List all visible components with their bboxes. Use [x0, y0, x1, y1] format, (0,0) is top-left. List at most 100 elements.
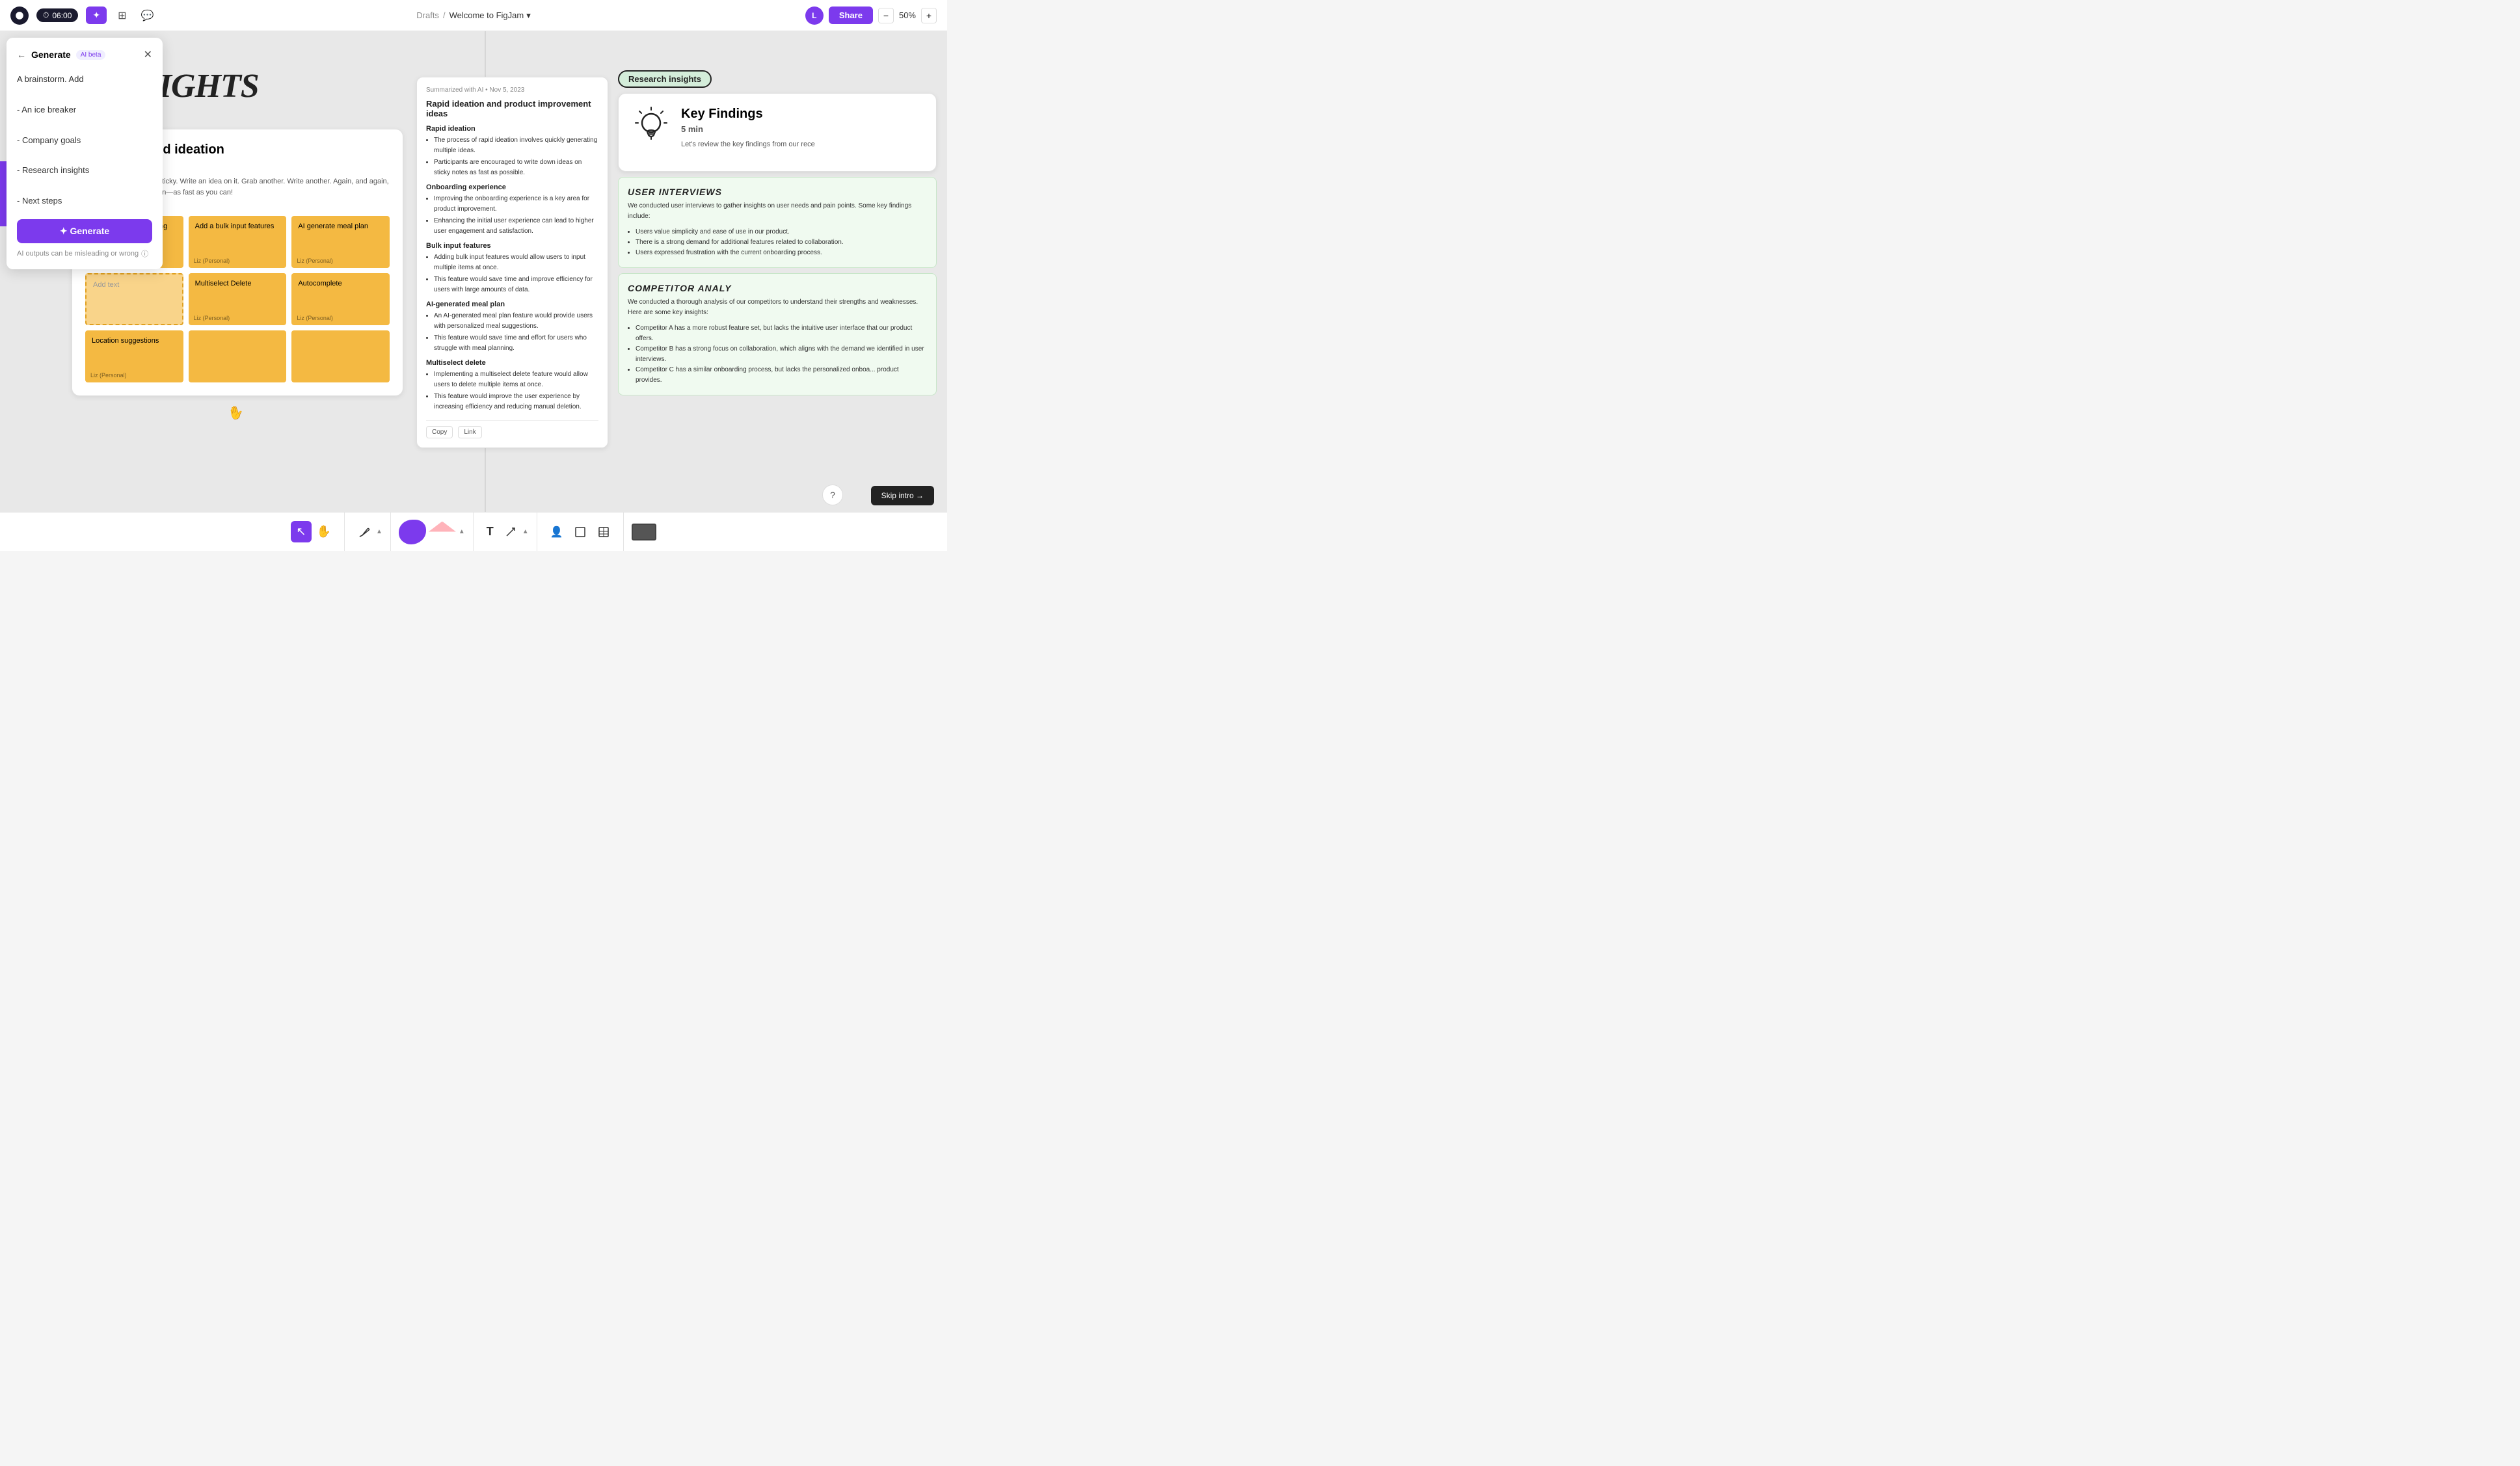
user-interviews-title: USER INTERVIEWS [628, 187, 927, 197]
summary-section-onboarding: Onboarding experience Improving the onbo… [426, 183, 598, 237]
panel-back-button[interactable]: ← [17, 49, 26, 60]
device-preview-tools [624, 513, 664, 551]
competitor-title: COMPETITOR ANALY [628, 283, 927, 293]
timer-badge: ⏱ 06:00 [36, 8, 78, 22]
summary-copy-button[interactable]: Copy [426, 426, 453, 438]
brainstorm-card-title: Rapid ideation [135, 142, 390, 157]
sticky-note[interactable]: AI generate meal plan Liz (Personal) [291, 216, 390, 268]
generate-panel: ← Generate AI beta ✕ A brainstorm. Add -… [7, 38, 163, 269]
summary-list: An AI-generated meal plan feature would … [426, 311, 598, 354]
key-findings-desc: Let's review the key findings from our r… [681, 139, 815, 150]
zoom-in-button[interactable]: + [921, 8, 937, 23]
research-card-header: Key Findings 5 min Let's review the key … [632, 107, 923, 150]
help-button[interactable]: ? [822, 485, 843, 505]
summary-section-ai-meal: AI-generated meal plan An AI-generated m… [426, 300, 598, 354]
sticky-note-empty[interactable]: Add text [85, 273, 183, 325]
prompt-line-icebreaker[interactable]: - An ice breaker [17, 102, 152, 117]
pen-button[interactable] [353, 522, 376, 542]
prompt-text: A brainstorm. Add - An ice breaker - Com… [17, 72, 152, 209]
research-card: Key Findings 5 min Let's review the key … [618, 93, 937, 172]
skip-intro-button[interactable]: Skip intro → [871, 486, 934, 505]
person-tool-button[interactable]: 👤 [545, 522, 569, 542]
key-findings-duration: 5 min [681, 124, 815, 134]
user-interviews-text: We conducted user interviews to gather i… [628, 201, 927, 222]
text-tool-button[interactable]: T [481, 521, 499, 542]
prompt-line-nextsteps[interactable]: - Next steps [17, 193, 152, 208]
topbar: ⏱ 06:00 ✦ ⊞ 💬 Drafts / Welcome to FigJam… [0, 0, 947, 31]
brainstorm-card-desc: Grab a sticky. Write an idea on it. Grab… [135, 176, 390, 198]
summary-section-rapid: Rapid ideation The process of rapid idea… [426, 125, 598, 178]
topbar-left: ⏱ 06:00 ✦ ⊞ 💬 [10, 6, 157, 25]
summary-section-title: Multiselect delete [426, 359, 598, 367]
purple-shape-preview[interactable] [399, 520, 426, 544]
info-icon[interactable]: ⓘ [141, 248, 148, 259]
text-connector-tools: T ▲ [474, 513, 537, 551]
research-bulb-icon [632, 107, 671, 149]
pink-shape-preview[interactable] [429, 522, 456, 542]
user-interviews-card: USER INTERVIEWS We conducted user interv… [618, 177, 937, 268]
shape-tools: ▲ [391, 513, 474, 551]
research-tag: Research insights [618, 70, 712, 88]
prompt-line-research[interactable]: - Research insights [17, 163, 152, 178]
layout-button[interactable]: ⊞ [114, 6, 129, 25]
panel-header: ← Generate AI beta ✕ [17, 48, 152, 61]
sticky-note[interactable]: Multiselect Delete Liz (Personal) [189, 273, 287, 325]
summary-meta: Summarized with AI • Nov 5, 2023 [426, 87, 598, 94]
panel-close-button[interactable]: ✕ [144, 48, 152, 61]
brainstorm-card-duration: 6 min [135, 160, 390, 170]
sticky-note[interactable]: Autocomplete Liz (Personal) [291, 273, 390, 325]
breadcrumb-drafts[interactable]: Drafts [416, 10, 439, 20]
frame-tool-button[interactable] [569, 522, 592, 542]
figma-logo[interactable] [10, 7, 29, 25]
timer-icon: ⏱ [43, 10, 49, 20]
sticky-note[interactable] [291, 330, 390, 382]
avatar[interactable]: L [805, 7, 824, 25]
prompt-line-company[interactable]: - Company goals [17, 133, 152, 148]
breadcrumb: Drafts / Welcome to FigJam ▾ [416, 10, 530, 21]
brainstorm-card-text: Rapid ideation 6 min Grab a sticky. Writ… [135, 142, 390, 208]
connector-button[interactable] [499, 522, 522, 542]
generate-button[interactable]: ✦ Generate [17, 219, 152, 243]
competitor-list: Competitor A has a more robust feature s… [628, 323, 927, 386]
canvas: ← Generate AI beta ✕ A brainstorm. Add -… [0, 31, 947, 551]
breadcrumb-file[interactable]: Welcome to FigJam ▾ [449, 10, 531, 21]
prompt-line-main: A brainstorm. Add [17, 72, 152, 87]
shape-chevron[interactable]: ▲ [459, 528, 465, 535]
summary-title: Rapid ideation and product improvement i… [426, 99, 598, 118]
research-card-text: Key Findings 5 min Let's review the key … [681, 107, 815, 150]
pen-tools: ▲ [345, 513, 391, 551]
zoom-level[interactable]: 50% [896, 10, 918, 20]
cursor-tools: ↖ ✋ [283, 513, 345, 551]
summary-footer: Copy Link [426, 420, 598, 438]
zoom-control: − 50% + [878, 8, 937, 23]
device-preview-screen [632, 524, 656, 540]
ai-spark-button[interactable]: ✦ [86, 7, 107, 24]
zoom-out-button[interactable]: − [878, 8, 894, 23]
share-button[interactable]: Share [829, 7, 873, 24]
panel-title-group: ← Generate AI beta [17, 49, 105, 60]
timer-value: 06:00 [52, 11, 72, 20]
summary-list: Implementing a multiselect delete featur… [426, 369, 598, 412]
connector-chevron[interactable]: ▲ [522, 528, 529, 535]
pen-chevron[interactable]: ▲ [376, 528, 382, 535]
chat-button[interactable]: 💬 [138, 6, 157, 25]
breadcrumb-arrow: ▾ [526, 10, 531, 21]
summary-panel: Summarized with AI • Nov 5, 2023 Rapid i… [416, 77, 608, 448]
sticky-note[interactable]: Location suggestions Liz (Personal) [85, 330, 183, 382]
summary-list: Improving the onboarding experience is a… [426, 194, 598, 237]
table-tool-button[interactable] [592, 522, 615, 542]
sticky-note[interactable] [189, 330, 287, 382]
competitor-analysis-card: COMPETITOR ANALY We conducted a thorough… [618, 273, 937, 395]
summary-link-button[interactable]: Link [458, 426, 481, 438]
competitor-text: We conducted a thorough analysis of our … [628, 297, 927, 318]
device-preview[interactable] [632, 524, 656, 540]
topbar-right: L Share − 50% + [805, 7, 937, 25]
key-findings-title: Key Findings [681, 107, 815, 122]
bottom-toolbar: ↖ ✋ ▲ ▲ T [0, 512, 947, 551]
other-tools: 👤 [537, 513, 624, 551]
summary-section-title: Onboarding experience [426, 183, 598, 191]
research-section: Research insights [618, 70, 937, 395]
cursor-tool-button[interactable]: ↖ [291, 521, 311, 542]
hand-tool-button[interactable]: ✋ [312, 521, 336, 542]
sticky-note[interactable]: Add a bulk input features Liz (Personal) [189, 216, 287, 268]
